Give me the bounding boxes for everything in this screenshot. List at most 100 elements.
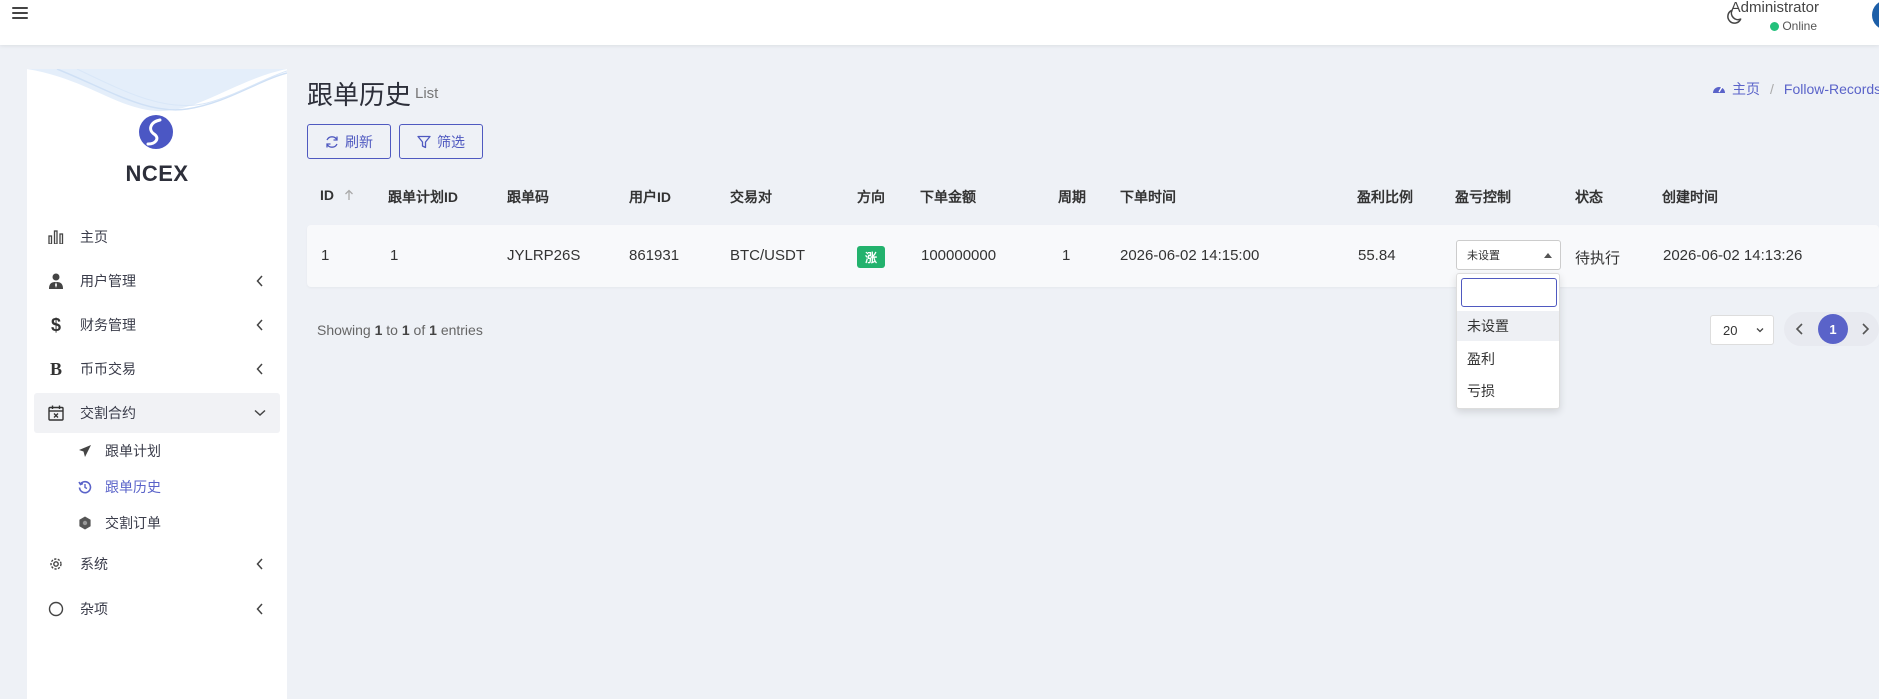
column-header-period[interactable]: 周期 bbox=[1058, 187, 1086, 207]
dropdown-option-profit[interactable]: 盈利 bbox=[1457, 344, 1559, 374]
column-header-amount[interactable]: 下单金额 bbox=[920, 187, 976, 207]
filter-label: 筛选 bbox=[437, 133, 465, 150]
prev-page-icon[interactable] bbox=[1792, 321, 1808, 337]
cell-status: 待执行 bbox=[1575, 250, 1621, 267]
page-size-select[interactable]: 20 bbox=[1710, 315, 1774, 345]
column-header-profit-ratio[interactable]: 盈利比例 bbox=[1357, 187, 1413, 207]
user-name[interactable]: Administrator bbox=[1731, 0, 1819, 16]
brand-name: NCEX bbox=[125, 161, 189, 186]
sidebar-item-delivery-contract[interactable]: 交割合约 bbox=[34, 393, 280, 433]
sidebar-item-label: 财务管理 bbox=[80, 317, 136, 333]
sidebar-subitem-follow-history[interactable]: 跟单历史 bbox=[77, 472, 277, 502]
showing-from: 1 bbox=[374, 322, 383, 338]
chevron-left-icon bbox=[252, 363, 268, 375]
next-page-icon[interactable] bbox=[1857, 321, 1873, 337]
user-status-label: Online bbox=[1782, 19, 1817, 33]
breadcrumb-separator: / bbox=[1770, 81, 1774, 97]
column-header-label: ID bbox=[320, 187, 334, 203]
pl-control-dropdown: 未设置 盈利 亏损 bbox=[1456, 273, 1560, 409]
sidebar-item-label: 主页 bbox=[80, 229, 108, 245]
dropdown-option-unset[interactable]: 未设置 bbox=[1457, 311, 1559, 341]
column-header-code[interactable]: 跟单码 bbox=[507, 187, 549, 207]
direction-badge: 涨 bbox=[857, 246, 885, 268]
cell-pair: BTC/USDT bbox=[730, 247, 805, 264]
sidebar-item-label: 用户管理 bbox=[80, 273, 136, 289]
column-header-status[interactable]: 状态 bbox=[1575, 187, 1603, 207]
filter-button[interactable]: 筛选 bbox=[399, 124, 483, 159]
showing-to: 1 bbox=[401, 322, 410, 338]
avatar[interactable] bbox=[1872, 0, 1879, 30]
chevron-left-icon bbox=[252, 275, 268, 287]
header-wave-decoration bbox=[27, 69, 287, 112]
user-tie-icon bbox=[44, 273, 68, 289]
table-header: ID 跟单计划ID 跟单码 用户ID 交易对 方向 下单金额 周期 下单时间 盈… bbox=[307, 182, 1879, 210]
column-header-created-at[interactable]: 创建时间 bbox=[1662, 187, 1718, 207]
cell-period: 1 bbox=[1062, 247, 1071, 264]
showing-to-word: to bbox=[386, 322, 398, 338]
column-header-plan-id[interactable]: 跟单计划ID bbox=[388, 187, 458, 207]
refresh-icon bbox=[326, 135, 338, 148]
pagination: 1 bbox=[1784, 312, 1879, 346]
sidebar-subitem-delivery-orders[interactable]: 交割订单 bbox=[77, 508, 277, 538]
history-icon bbox=[77, 480, 93, 494]
dashboard-icon bbox=[1712, 81, 1726, 97]
sidebar-item-finance[interactable]: $ 财务管理 bbox=[34, 305, 280, 345]
sort-up-icon bbox=[344, 189, 353, 200]
cell-code: JYLRP26S bbox=[507, 247, 581, 264]
sidebar-subitem-label: 交割订单 bbox=[105, 515, 161, 531]
table-row: 1 1 JYLRP26S 861931 BTC/USDT 涨 100000000… bbox=[307, 225, 1879, 287]
column-header-direction[interactable]: 方向 bbox=[857, 187, 885, 207]
page-subtitle: List bbox=[415, 85, 439, 102]
dropdown-option-loss[interactable]: 亏损 bbox=[1457, 376, 1559, 406]
sidebar-item-home[interactable]: 主页 bbox=[34, 217, 280, 257]
page-button-current[interactable]: 1 bbox=[1818, 314, 1848, 344]
pl-control-select[interactable]: 未设置 bbox=[1456, 240, 1561, 270]
plane-icon bbox=[77, 444, 93, 458]
sidebar: NCEX 主页 用户管理 $ 财务管理 B 币币交易 交割合约 跟单计划 跟单历… bbox=[27, 69, 287, 699]
cell-order-time: 2026-06-02 14:15:00 bbox=[1120, 247, 1260, 264]
column-header-order-time[interactable]: 下单时间 bbox=[1120, 187, 1176, 207]
chevron-down-icon bbox=[252, 409, 268, 417]
sidebar-item-label: 交割合约 bbox=[80, 405, 136, 421]
chevron-left-icon bbox=[252, 319, 268, 331]
filter-icon bbox=[417, 135, 431, 148]
page-title: 跟单历史 bbox=[307, 80, 412, 110]
gear-icon bbox=[44, 556, 68, 572]
sidebar-item-label: 系统 bbox=[80, 556, 108, 572]
dollar-icon: $ bbox=[50, 314, 61, 335]
calendar-x-icon bbox=[44, 405, 68, 421]
column-header-id[interactable]: ID bbox=[320, 187, 354, 203]
column-header-pl-control[interactable]: 盈亏控制 bbox=[1455, 187, 1511, 207]
sidebar-item-misc[interactable]: 杂项 bbox=[34, 589, 280, 629]
column-header-user-id[interactable]: 用户ID bbox=[629, 187, 671, 207]
refresh-button[interactable]: 刷新 bbox=[307, 124, 391, 159]
sidebar-item-label: 杂项 bbox=[80, 601, 108, 617]
chevron-down-icon bbox=[1756, 328, 1764, 333]
page-size-value: 20 bbox=[1723, 322, 1738, 338]
chevron-left-icon bbox=[252, 558, 268, 570]
sidebar-item-spot-trading[interactable]: B 币币交易 bbox=[34, 349, 280, 389]
sidebar-item-system[interactable]: 系统 bbox=[34, 544, 280, 584]
cell-amount: 100000000 bbox=[921, 247, 997, 264]
online-dot-icon bbox=[1770, 22, 1780, 31]
menu-toggle-icon[interactable] bbox=[12, 4, 28, 20]
sidebar-item-label: 币币交易 bbox=[80, 361, 136, 377]
cell-profit-ratio: 55.84 bbox=[1358, 247, 1396, 264]
showing-of-word: of bbox=[413, 322, 426, 338]
cell-id: 1 bbox=[321, 247, 330, 264]
showing-entries-word: entries bbox=[440, 322, 483, 338]
circle-icon bbox=[44, 601, 68, 617]
chevron-left-icon bbox=[252, 603, 268, 615]
breadcrumb-home[interactable]: 主页 bbox=[1732, 79, 1760, 99]
sidebar-subitem-label: 跟单计划 bbox=[105, 443, 161, 459]
sidebar-subitem-follow-plan[interactable]: 跟单计划 bbox=[77, 436, 277, 466]
cell-plan-id: 1 bbox=[390, 247, 399, 264]
column-header-pair[interactable]: 交易对 bbox=[730, 187, 772, 207]
breadcrumb-current: Follow-Records bbox=[1783, 81, 1879, 97]
dropdown-search-input[interactable] bbox=[1461, 278, 1557, 307]
sidebar-item-user-management[interactable]: 用户管理 bbox=[34, 261, 280, 301]
pagination-info: Showing 1 to 1 of 1 entries bbox=[317, 322, 483, 338]
showing-total: 1 bbox=[429, 322, 437, 338]
top-navbar: Administrator Online bbox=[0, 0, 1879, 45]
pl-control-selected: 未设置 bbox=[1467, 250, 1500, 262]
